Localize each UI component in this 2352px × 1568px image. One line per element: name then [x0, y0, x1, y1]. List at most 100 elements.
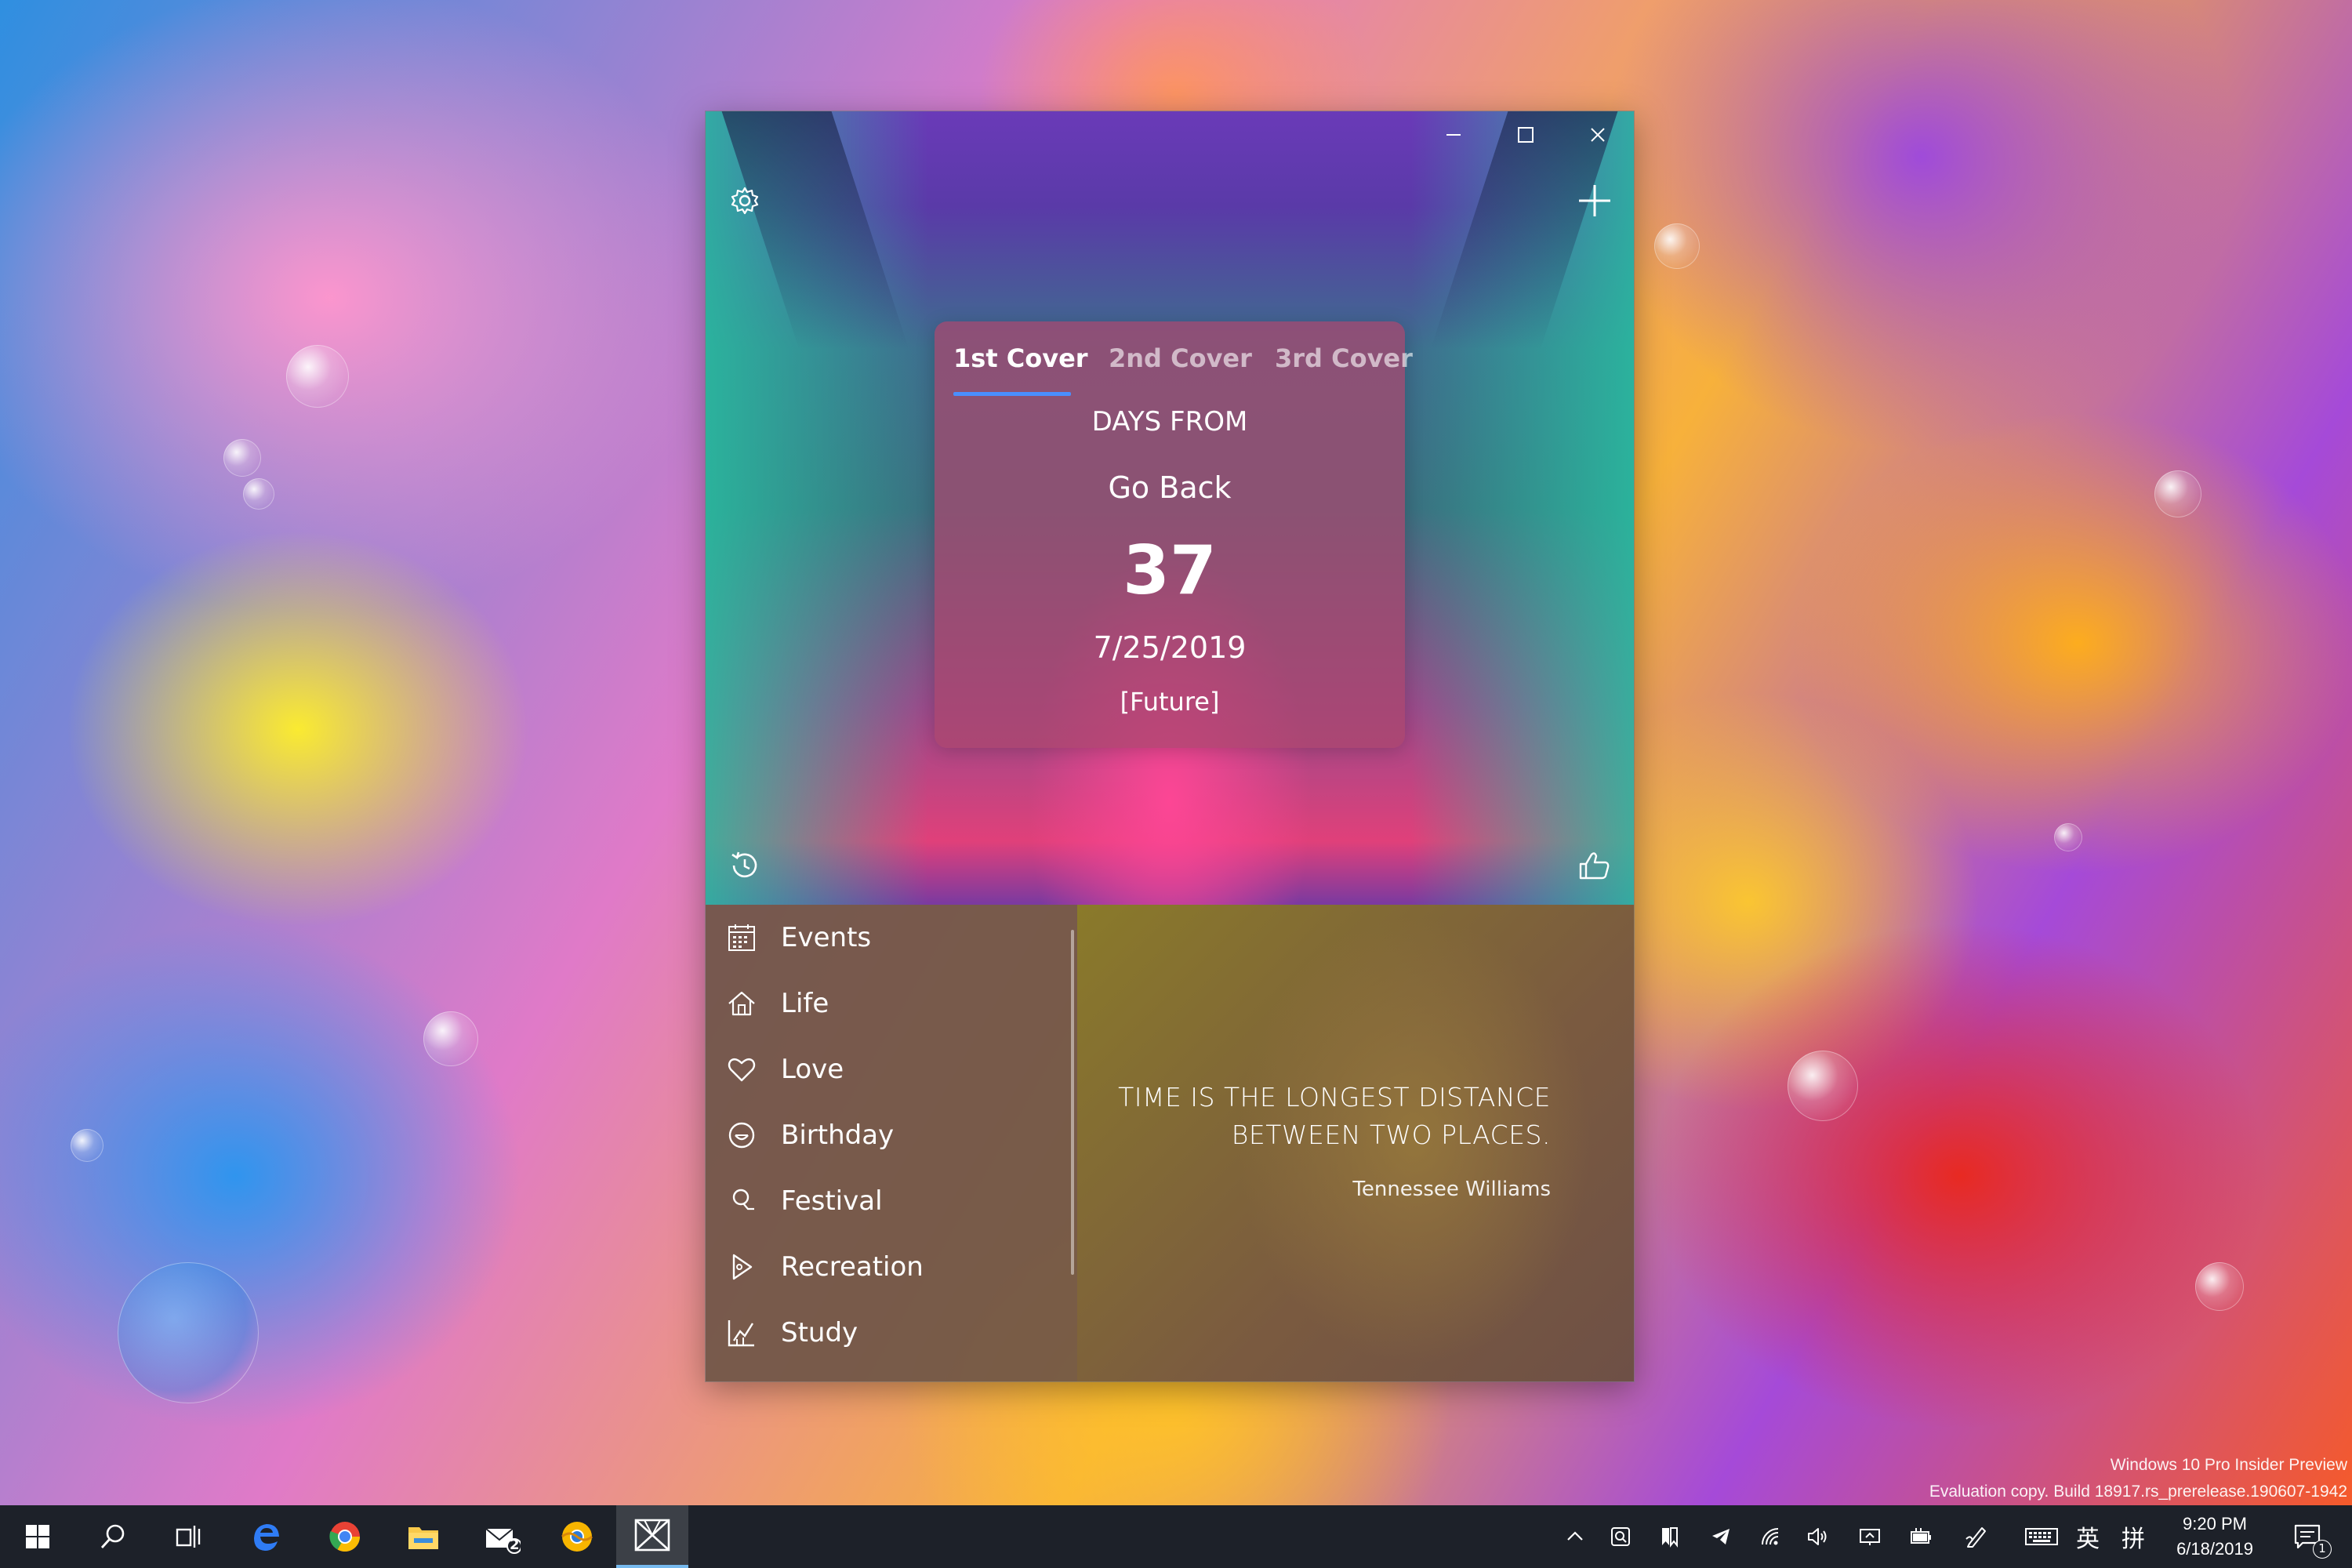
task-view-button[interactable]	[151, 1505, 226, 1568]
battery-button[interactable]	[1904, 1505, 1940, 1568]
app-taskbar-button[interactable]	[616, 1505, 688, 1568]
wifi-icon	[1762, 1528, 1779, 1545]
heart-icon	[726, 1054, 757, 1085]
category-list: Events Life Love Birthday Festival Recre…	[706, 905, 1077, 1381]
wallpaper-bubble	[2195, 1262, 2244, 1311]
magnifier-tray-icon	[1611, 1527, 1630, 1546]
category-item-study[interactable]: Study	[706, 1300, 1077, 1366]
category-label: Life	[781, 988, 829, 1019]
balloon-icon	[726, 1185, 757, 1217]
edge-icon	[254, 1524, 279, 1551]
chrome-icon	[329, 1522, 361, 1552]
wallpaper-bubble	[1788, 1051, 1858, 1121]
edge-taskbar-button[interactable]	[229, 1505, 304, 1568]
speaker-icon	[1808, 1528, 1827, 1545]
maximize-button[interactable]	[1490, 111, 1562, 158]
show-hidden-icons-button[interactable]	[1555, 1505, 1595, 1568]
category-label: Recreation	[781, 1251, 924, 1283]
event-status: [Future]	[1120, 687, 1220, 717]
wallpaper-bubble	[1654, 223, 1700, 269]
maximize-icon	[1518, 127, 1534, 143]
windows-watermark: Windows 10 Pro Insider Preview Evaluatio…	[1929, 1452, 2347, 1505]
chart-icon	[726, 1317, 757, 1348]
file-explorer-taskbar-button[interactable]	[386, 1505, 461, 1568]
search-button[interactable]	[75, 1505, 151, 1568]
watermark-edition: Windows 10 Pro Insider Preview	[2110, 1456, 2347, 1474]
mail-taskbar-button[interactable]: 2	[464, 1505, 539, 1568]
task-view-icon	[176, 1526, 201, 1548]
action-center-button[interactable]: 1	[2283, 1505, 2333, 1568]
wallpaper-bubble	[243, 478, 274, 510]
app-icon	[634, 1519, 670, 1552]
taskbar: 2 英 拼 9:20 PM 6/18/2019 1	[0, 1505, 2352, 1568]
quote-line: BETWEEN TWO PLACES.	[1231, 1120, 1551, 1150]
category-item-events[interactable]: Events	[706, 905, 1077, 971]
tab-2nd-cover[interactable]: 2nd Cover	[1109, 343, 1252, 373]
category-label: Study	[781, 1317, 858, 1348]
chrome-taskbar-button[interactable]	[307, 1505, 383, 1568]
windows-start-icon	[26, 1525, 49, 1548]
countdown-kind: DAYS FROM	[1091, 406, 1248, 437]
wallpaper-bubble	[286, 345, 349, 408]
days-count: 37	[1123, 532, 1217, 610]
notification-count-badge: 1	[2313, 1540, 2332, 1559]
home-icon	[726, 988, 757, 1019]
minimize-button[interactable]	[1417, 111, 1490, 158]
keyboard-icon	[2025, 1528, 2058, 1545]
tab-3rd-cover[interactable]: 3rd Cover	[1275, 343, 1413, 373]
quote-text: TIME IS THE LONGEST DISTANCE BETWEEN TWO…	[1118, 1079, 1551, 1154]
add-event-button[interactable]	[1571, 177, 1618, 224]
active-tab-indicator	[953, 392, 1071, 396]
history-button[interactable]	[721, 842, 768, 889]
event-card: 1st Cover 2nd Cover 3rd Cover DAYS FROM …	[935, 321, 1413, 748]
event-date: 7/25/2019	[1093, 630, 1247, 665]
plus-icon	[1579, 185, 1610, 216]
wallpaper-bubble	[2054, 823, 2082, 851]
category-scrollbar[interactable]	[1071, 930, 1074, 1275]
canary-icon	[561, 1522, 593, 1552]
cover-image: 1st Cover 2nd Cover 3rd Cover DAYS FROM …	[706, 111, 1634, 905]
settings-button[interactable]	[721, 177, 768, 224]
wallpaper-bubble	[423, 1011, 478, 1066]
quote-panel: TIME IS THE LONGEST DISTANCE BETWEEN TWO…	[1077, 905, 1634, 1381]
category-item-love[interactable]: Love	[706, 1036, 1077, 1102]
calendar-icon	[726, 922, 757, 953]
mail-badge: 2	[510, 1537, 520, 1553]
wallpaper-bubble	[223, 439, 261, 477]
start-button[interactable]	[0, 1505, 75, 1568]
tray-projector-button[interactable]	[1852, 1505, 1888, 1568]
search-icon	[100, 1524, 125, 1548]
category-label: Festival	[781, 1185, 883, 1217]
category-item-birthday[interactable]: Birthday	[706, 1102, 1077, 1168]
canary-taskbar-button[interactable]	[539, 1505, 615, 1568]
category-label: Love	[781, 1054, 844, 1085]
volume-button[interactable]	[1800, 1505, 1836, 1568]
ime-mode-button[interactable]: 拼	[2117, 1505, 2150, 1568]
category-item-life[interactable]: Life	[706, 971, 1077, 1036]
tray-telegram-button[interactable]	[1703, 1505, 1739, 1568]
touch-keyboard-button[interactable]	[2020, 1505, 2063, 1568]
thumbs-up-icon	[1579, 852, 1610, 880]
taskbar-clock[interactable]: 9:20 PM 6/18/2019	[2156, 1505, 2274, 1568]
tray-bookmark-button[interactable]	[1651, 1505, 1687, 1568]
display-tray-icon	[1860, 1529, 1880, 1545]
close-icon	[1591, 128, 1605, 142]
history-icon	[731, 851, 757, 878]
gear-icon	[731, 187, 759, 215]
close-button[interactable]	[1562, 111, 1634, 158]
like-button[interactable]	[1571, 842, 1618, 889]
tray-search-button[interactable]	[1602, 1505, 1639, 1568]
input-language-button[interactable]: 英	[2071, 1505, 2104, 1568]
battery-plug-icon	[1911, 1528, 1931, 1544]
chevron-up-icon	[1567, 1531, 1583, 1541]
play-icon	[726, 1251, 757, 1283]
clock-time: 9:20 PM	[2183, 1514, 2247, 1534]
bookmark-tray-icon	[1662, 1527, 1678, 1548]
pen-workspace-button[interactable]	[1958, 1505, 1994, 1568]
watermark-build: Evaluation copy. Build 18917.rs_prerelea…	[1929, 1483, 2347, 1501]
app-window: 1st Cover 2nd Cover 3rd Cover DAYS FROM …	[706, 111, 1634, 1381]
category-item-festival[interactable]: Festival	[706, 1168, 1077, 1234]
network-button[interactable]	[1753, 1505, 1789, 1568]
category-item-recreation[interactable]: Recreation	[706, 1234, 1077, 1300]
tab-1st-cover[interactable]: 1st Cover	[953, 343, 1088, 373]
